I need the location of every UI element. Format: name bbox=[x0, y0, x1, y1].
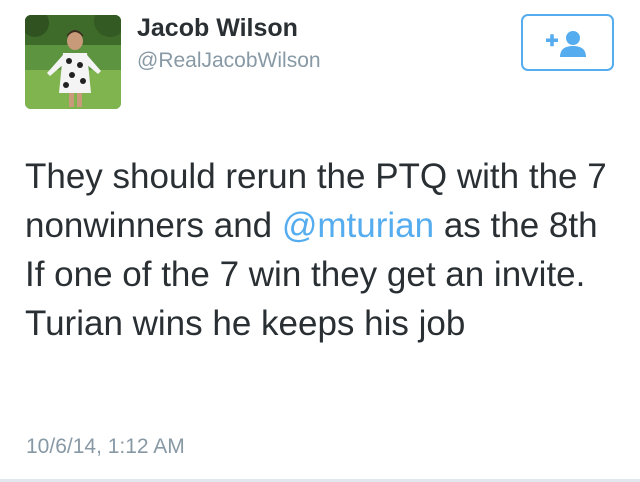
tweet-text: They should rerun the PTQ with the 7 non… bbox=[25, 152, 625, 348]
tweet-timestamp[interactable]: 10/6/14, 1:12 AM bbox=[26, 435, 185, 459]
author-handle[interactable]: @RealJacobWilson bbox=[137, 49, 321, 73]
follow-user-icon bbox=[546, 31, 586, 57]
mention-link[interactable]: @mturian bbox=[282, 206, 434, 245]
avatar-photo bbox=[25, 15, 121, 109]
author-display-name[interactable]: Jacob Wilson bbox=[137, 14, 298, 43]
follow-button[interactable] bbox=[521, 14, 614, 71]
avatar[interactable] bbox=[25, 15, 121, 109]
